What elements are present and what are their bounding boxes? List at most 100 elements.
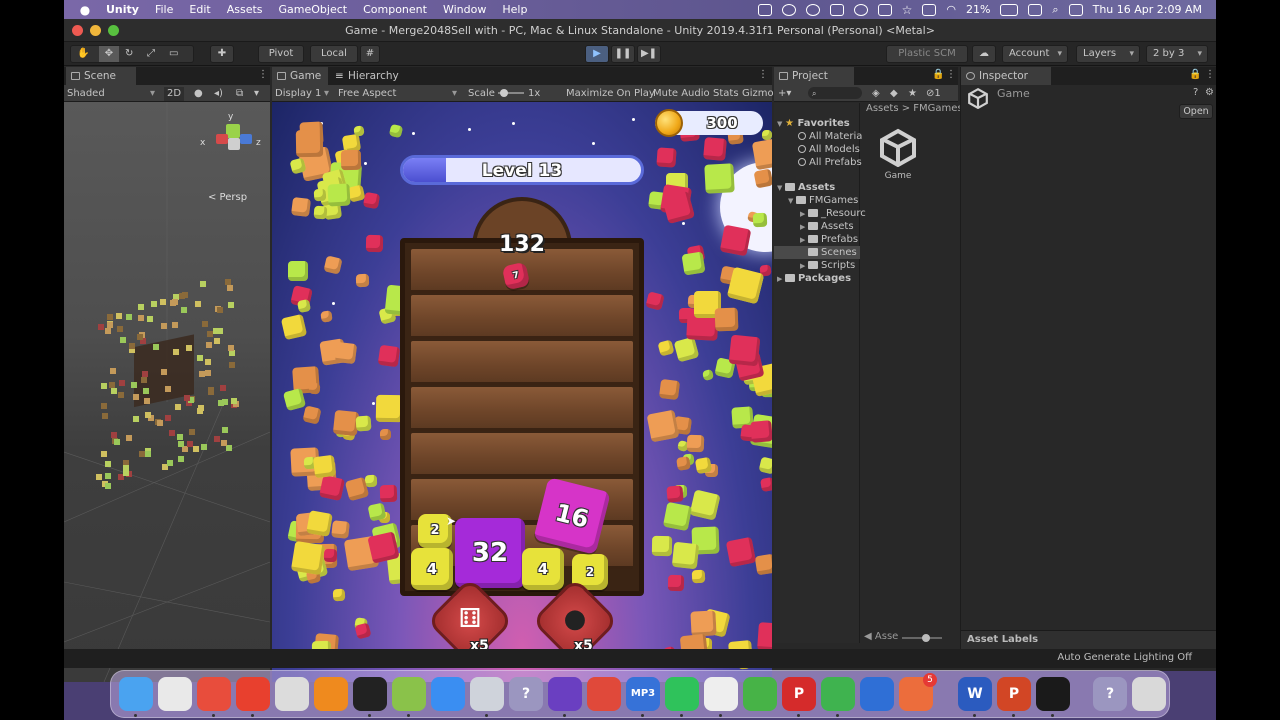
word-icon[interactable]: W <box>958 677 992 711</box>
scene-gizmo[interactable]: y x z <box>200 112 261 158</box>
favorite-item[interactable]: All Models <box>798 143 860 156</box>
menu-assets[interactable]: Assets <box>227 3 263 16</box>
lighting-toggle-icon[interactable]: ● <box>194 87 203 101</box>
display-dropdown[interactable]: Display 1 <box>275 87 321 101</box>
layers-dropdown[interactable]: Layers <box>1076 45 1140 63</box>
rotate-tool-icon[interactable]: ↻ <box>125 46 133 62</box>
subfolder[interactable]: ▶ Scripts <box>800 259 855 272</box>
packages-folder[interactable]: ▶ Packages <box>777 272 851 285</box>
game-viewport[interactable]: 132 7 2 4 32 4 2 16 ⚅ x5 ● x5 Level 13 3… <box>272 102 772 682</box>
dictionary-icon[interactable] <box>743 677 777 711</box>
help-icon-2[interactable]: ? <box>1093 677 1127 711</box>
menu-component[interactable]: Component <box>363 3 427 16</box>
expand-arrow-icon[interactable]: ▼ <box>788 195 796 208</box>
menu-edit[interactable]: Edit <box>189 3 210 16</box>
mute-audio-toggle[interactable]: Mute Audio <box>653 87 710 101</box>
visual-studio-icon[interactable] <box>548 677 582 711</box>
tab-project[interactable]: Project <box>774 67 854 85</box>
tab-hierarchy[interactable]: ≡ Hierarchy <box>330 67 414 85</box>
breadcrumb-fmgames[interactable]: FMGames <box>913 103 962 114</box>
projection-toggle[interactable]: < Persp <box>208 192 247 203</box>
lighting-status[interactable]: Auto Generate Lighting Off <box>1057 652 1192 663</box>
move-tool-icon[interactable]: ✥ <box>99 46 119 62</box>
menu-window[interactable]: Window <box>443 3 486 16</box>
filter-label-icon[interactable]: ◆ <box>890 87 898 101</box>
tab-inspector[interactable]: Inspector <box>961 67 1051 85</box>
project-menu-icon[interactable]: ⋮ <box>946 69 956 80</box>
local-toggle[interactable]: Local <box>310 45 358 63</box>
favorite-item[interactable]: All Materia <box>798 130 862 143</box>
menu-unity[interactable]: Unity <box>106 3 139 16</box>
help-icon[interactable]: ? <box>509 677 543 711</box>
gpu-status-icon[interactable] <box>829 3 844 16</box>
display-mirror-icon[interactable] <box>1028 3 1043 16</box>
favorite-item[interactable]: All Prefabs <box>798 156 862 169</box>
clock[interactable]: Thu 16 Apr 2:09 AM <box>1093 3 1202 16</box>
virtualbox-icon[interactable] <box>860 677 894 711</box>
input-source-icon[interactable] <box>922 3 937 16</box>
star-status-icon[interactable]: ☆ <box>902 3 913 17</box>
asset-name[interactable]: Game <box>876 171 920 181</box>
subfolder[interactable]: ▶ Prefabs <box>800 233 858 246</box>
scene-viewport[interactable]: y x z < Persp <box>64 102 270 682</box>
filter-type-icon[interactable]: ◈ <box>872 87 880 101</box>
asset-size-thumb[interactable] <box>922 634 930 642</box>
inspector-menu-icon[interactable]: ⋮ <box>1205 69 1215 80</box>
gizmo-y-axis-icon[interactable] <box>226 124 240 138</box>
gizmos-toggle[interactable]: Gizmo <box>742 87 774 101</box>
fmgames-folder[interactable]: ▼ FMGames <box>788 194 858 207</box>
trash-icon[interactable] <box>1132 677 1166 711</box>
gizmos-dropdown-icon[interactable]: ▾ <box>254 87 259 101</box>
favorite-star-icon[interactable]: ★ <box>908 87 917 101</box>
scale-tool-icon[interactable]: ⤢ <box>147 46 155 62</box>
plastic-scm-button[interactable]: Plastic SCM <box>886 45 968 63</box>
anydesk-icon[interactable] <box>236 677 270 711</box>
cloud-icon[interactable]: ☁ <box>972 45 996 63</box>
account-dropdown[interactable]: Account <box>1002 45 1068 63</box>
whatsapp-icon[interactable] <box>665 677 699 711</box>
wifi-icon[interactable]: ◠ <box>946 3 956 16</box>
subfolder-selected[interactable]: Scenes <box>774 246 860 259</box>
asset-labels-section[interactable]: Asset Labels <box>961 630 1216 649</box>
effects-toggle-icon[interactable]: ⧉ <box>236 87 243 101</box>
stats-toggle[interactable]: Stats <box>713 87 739 101</box>
battery-percent[interactable]: 21% <box>966 3 990 16</box>
pivot-toggle[interactable]: Pivot <box>258 45 304 63</box>
grid-snap-icon[interactable]: # <box>360 45 380 63</box>
maps-status-icon[interactable] <box>781 3 796 16</box>
menu-file[interactable]: File <box>155 3 173 16</box>
unity-scene-asset-icon[interactable] <box>878 127 918 168</box>
audio-toggle-icon[interactable]: ◂) <box>214 87 223 101</box>
aspect-dropdown[interactable]: Free Aspect <box>338 87 396 101</box>
project-lock-icon[interactable]: 🔒 <box>932 69 944 80</box>
rect-tool-icon[interactable]: ▭ <box>169 46 178 62</box>
gizmo-center-icon[interactable] <box>228 138 240 150</box>
spotlight-icon[interactable]: ⌕ <box>1052 3 1058 17</box>
expand-arrow-icon[interactable]: ▶ <box>777 273 785 286</box>
finder-icon[interactable] <box>119 677 153 711</box>
chrome-icon[interactable] <box>197 677 231 711</box>
subfolder[interactable]: ▶ Assets <box>800 220 854 233</box>
inspector-lock-icon[interactable]: 🔒 <box>1189 69 1201 80</box>
layout-dropdown[interactable]: 2 by 3 <box>1146 45 1208 63</box>
tab-game[interactable]: Game <box>272 67 328 85</box>
hidden-packages-icon[interactable]: ⊘1 <box>926 87 941 101</box>
unity-icon[interactable] <box>1036 677 1070 711</box>
expand-arrow-icon[interactable]: ▼ <box>777 118 785 131</box>
tab-scene[interactable]: Scene <box>66 67 136 85</box>
assets-folder[interactable]: ▼ Assets <box>777 181 835 194</box>
2d-toggle[interactable]: 2D <box>164 87 185 101</box>
pause-button[interactable]: ❚❚ <box>611 45 635 63</box>
activity-monitor-icon[interactable] <box>353 677 387 711</box>
gitkraken-icon[interactable] <box>275 677 309 711</box>
shading-dropdown[interactable]: Shaded <box>67 87 105 101</box>
play-button[interactable]: ▶ <box>585 45 609 63</box>
hand-tool-icon[interactable]: ✋ <box>77 46 89 62</box>
control-center-icon[interactable] <box>1068 3 1083 16</box>
help-icon[interactable]: ? <box>1193 87 1198 98</box>
cloud-status-icon[interactable] <box>853 3 868 16</box>
step-button[interactable]: ▶❚ <box>637 45 661 63</box>
gizmo-x-axis-icon[interactable] <box>216 134 228 144</box>
gizmo-z-axis-icon[interactable] <box>240 134 252 144</box>
scene-menu-icon[interactable]: ⋮ <box>258 69 268 80</box>
